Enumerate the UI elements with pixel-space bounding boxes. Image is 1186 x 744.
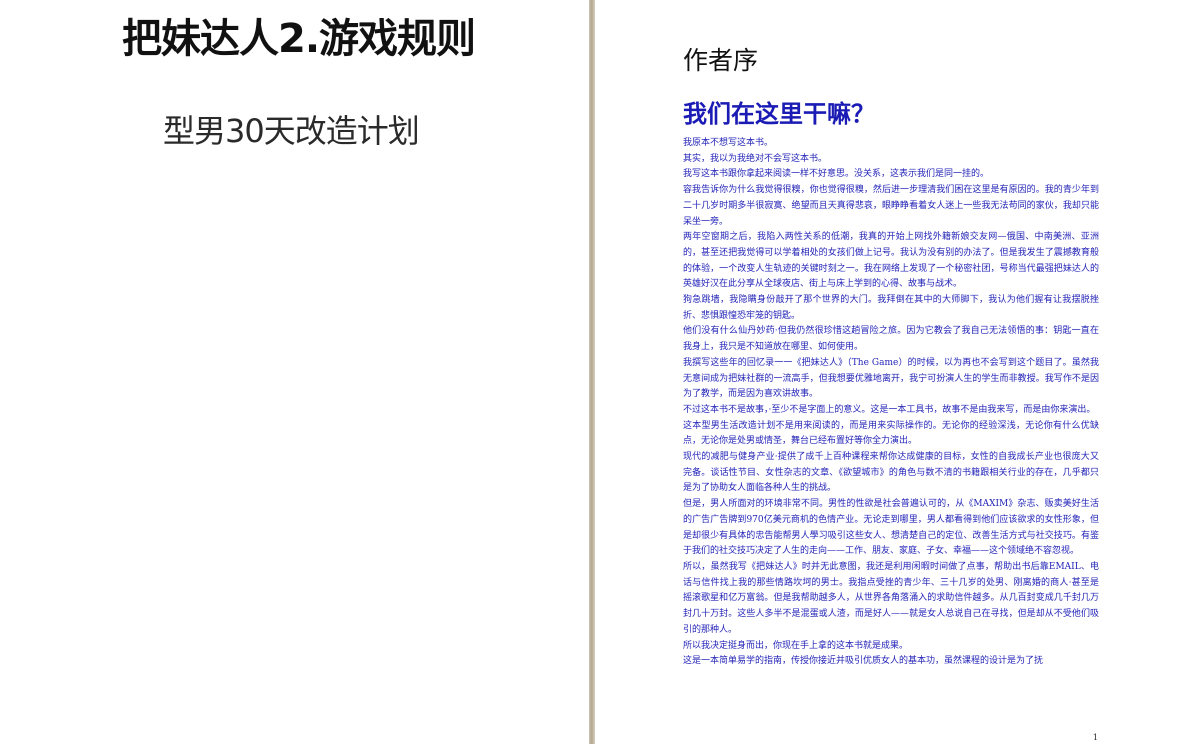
paragraph: 我原本不想写这本书。	[683, 138, 774, 148]
paragraph: 狗急跳墙，我隐瞒身份敲开了那个世界的大门。我拜倒在其中的大师脚下，我认为他们握有…	[683, 295, 1099, 321]
paragraph: 容我告诉你为什么我觉得很糗，你也觉得很糗，然后进一步理清我们困在这里是有原因的。…	[683, 185, 1099, 227]
right-page: 作者序 我们在这里干嘛？ 我原本不想写这本书。 其实，我以为我绝对不会写这本书。…	[595, 0, 1186, 744]
paragraph: 这是一本简单易学的指南，传授你接近并吸引优质女人的基本功，虽然课程的设计是为了抚	[683, 656, 1044, 667]
paragraph: 但是，男人所面对的环境非常不同。男性的性欲是社会普遍认可的，从《MAXIM》杂志…	[683, 499, 1099, 557]
paragraph: 不过这本书不是故事，·至少不是字面上的意义。这是一本工具书，故事不是由我来写，而…	[683, 404, 1096, 415]
paragraph: 所以我决定挺身而出，你现在手上拿的这本书就是成果。	[683, 640, 909, 651]
page-number: 1	[1092, 733, 1098, 742]
paragraph: 所以，虽然我写《把妹达人》时并无此意图，我还是利用闲暇时间做了点事，帮助出书后靠…	[683, 561, 1099, 635]
paragraph: 我写这本书跟你拿起来阅读一样不好意思。没关系，这表示我们是同一挂的。	[683, 169, 990, 180]
left-page: 把妹达人2.游戏规则 型男30天改造计划	[0, 0, 589, 744]
body-text: 我原本不想写这本书。 其实，我以为我绝对不会写这本书。 我写这本书跟你拿起来阅读…	[683, 136, 1099, 670]
chapter-heading: 我们在这里干嘛？	[683, 100, 875, 128]
paragraph: 这本型男生活改造计划不是用来阅读的，而是用来实际操作的。无论你的经验深浅，无论你…	[683, 420, 1099, 447]
paragraph: 两年空窗期之后，我陷入两性关系的低潮，我真的开始上网找外籍新娘交友网—俄国、中南…	[683, 232, 1099, 290]
book-title: 把妹达人2.游戏规则	[122, 16, 476, 62]
paragraph: 他们没有什么仙丹妙药·但我仍然很珍惜这趟冒险之旅。因为它教会了我自己无法领悟的事…	[683, 326, 1099, 353]
book-subtitle: 型男30天改造计划	[163, 112, 420, 150]
section-label: 作者序	[683, 46, 759, 75]
paragraph: 现代的减肥与健身产业·提供了成千上百种课程来帮你达成健康的目标，女性的自我成长产…	[683, 452, 1099, 494]
paragraph: 其实，我以为我绝对不会写这本书。	[683, 153, 828, 164]
paragraph: 我撰写这些年的回忆录一一《把妹达人》（The Game）的时候，以为再也不会写到…	[683, 357, 1099, 400]
